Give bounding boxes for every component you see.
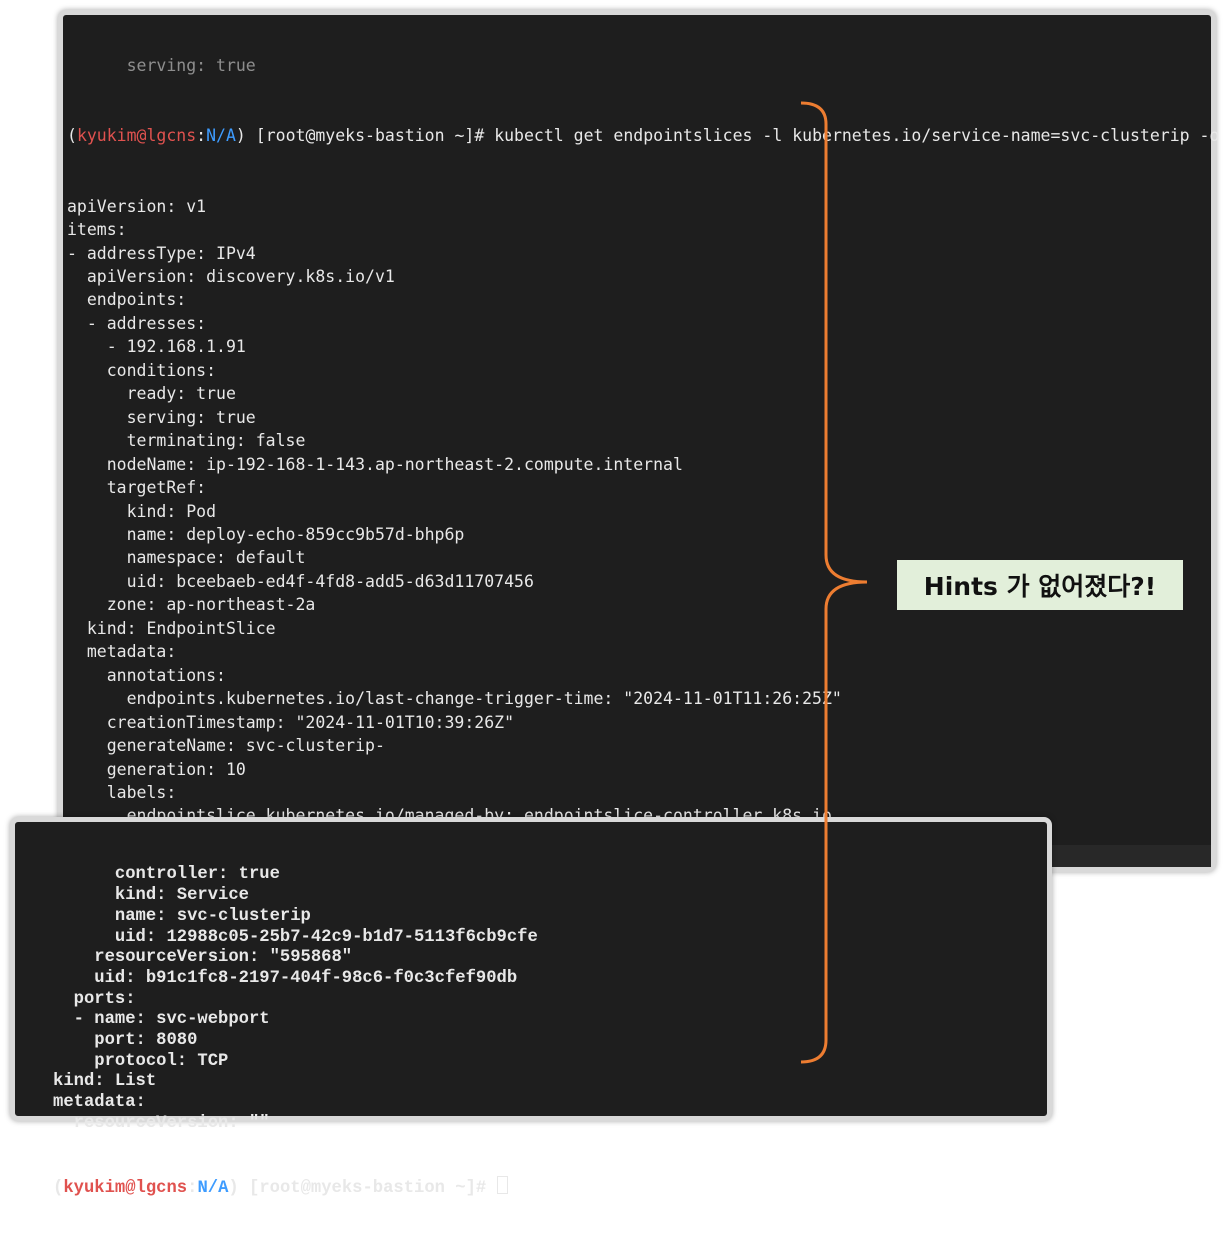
yaml-line: protocol: TCP (53, 1051, 229, 1071)
yaml-line: uid: 12988c05-25b7-42c9-b1d7-5113f6cb9cf… (53, 927, 538, 947)
yaml-line: annotations: (67, 665, 226, 685)
terminal-window-top[interactable]: serving: true (kyukim@lgcns:N/A) [root@m… (58, 10, 1230, 966)
yaml-line: serving: true (67, 407, 256, 427)
yaml-line: endpoints: (67, 290, 187, 310)
prompt-context: N/A (197, 1178, 229, 1198)
yaml-line: terminating: false (67, 431, 306, 451)
text-cursor (496, 1175, 508, 1194)
yaml-line: metadata: (53, 1093, 146, 1113)
yaml-line: - name: svc-webport (53, 1010, 270, 1030)
yaml-line: name: deploy-echo-859cc9b57d-bhp6p (67, 524, 465, 544)
yaml-line: resourceVersion: "" (53, 1113, 270, 1133)
yaml-line: generation: 10 (67, 759, 246, 779)
shell-prompt-line[interactable]: (kyukim@lgcns:N/A) [root@myeks-bastion ~… (53, 1175, 538, 1200)
yaml-line: name: svc-clusterip (53, 906, 311, 926)
yaml-line: kind: Pod (67, 501, 217, 521)
command-prompt-line: (kyukim@lgcns:N/A) [root@myeks-bastion ~… (67, 124, 1230, 147)
yaml-line: creationTimestamp: "2024-11-01T10:39:26Z… (67, 712, 515, 732)
yaml-line: kind: EndpointSlice (67, 618, 276, 638)
yaml-line: - addresses: (67, 313, 207, 333)
yaml-line: endpoints.kubernetes.io/last-change-trig… (67, 689, 842, 709)
yaml-line: resourceVersion: "595868" (53, 948, 353, 968)
clipped-line: serving: true (67, 55, 256, 75)
prompt-user: kyukim@lgcns (63, 1178, 188, 1198)
prompt-context: N/A (206, 126, 236, 146)
yaml-line: controller: true (53, 865, 280, 885)
terminal-output: controller: true kind: Service name: svc… (53, 824, 538, 1241)
yaml-line: targetRef: (67, 478, 207, 498)
callout-text: Hints 가 없어졌다?! (923, 572, 1157, 601)
yaml-line: ready: true (67, 384, 236, 404)
yaml-line: generateName: svc-clusterip- (67, 736, 385, 756)
brace-path (800, 101, 868, 1064)
yaml-line: nodeName: ip-192-168-1-143.ap-northeast-… (67, 454, 683, 474)
yaml-line: uid: b91c1fc8-2197-404f-98c6-f0c3cfef90d… (53, 968, 518, 988)
yaml-line: kind: Service (53, 886, 249, 906)
yaml-line: metadata: (67, 642, 177, 662)
yaml-line: apiVersion: v1 (67, 196, 207, 216)
yaml-line: labels: (67, 782, 177, 802)
yaml-line: - 192.168.1.91 (67, 337, 246, 357)
yaml-line: ports: (53, 989, 136, 1009)
terminal-window-bottom[interactable]: controller: true kind: Service name: svc… (10, 817, 1052, 1198)
callout-box: Hints 가 없어졌다?! (897, 560, 1183, 610)
yaml-line: items: (67, 220, 127, 240)
yaml-line: conditions: (67, 360, 217, 380)
curly-brace-annotation (800, 101, 868, 1064)
yaml-line: apiVersion: discovery.k8s.io/v1 (67, 266, 395, 286)
yaml-output-bottom: controller: true kind: Service name: svc… (53, 865, 538, 1134)
yaml-line: - addressType: IPv4 (67, 243, 256, 263)
yaml-line: port: 8080 (53, 1031, 198, 1051)
prompt-user: kyukim@lgcns (76, 126, 197, 146)
yaml-line: kind: List (53, 1072, 157, 1092)
